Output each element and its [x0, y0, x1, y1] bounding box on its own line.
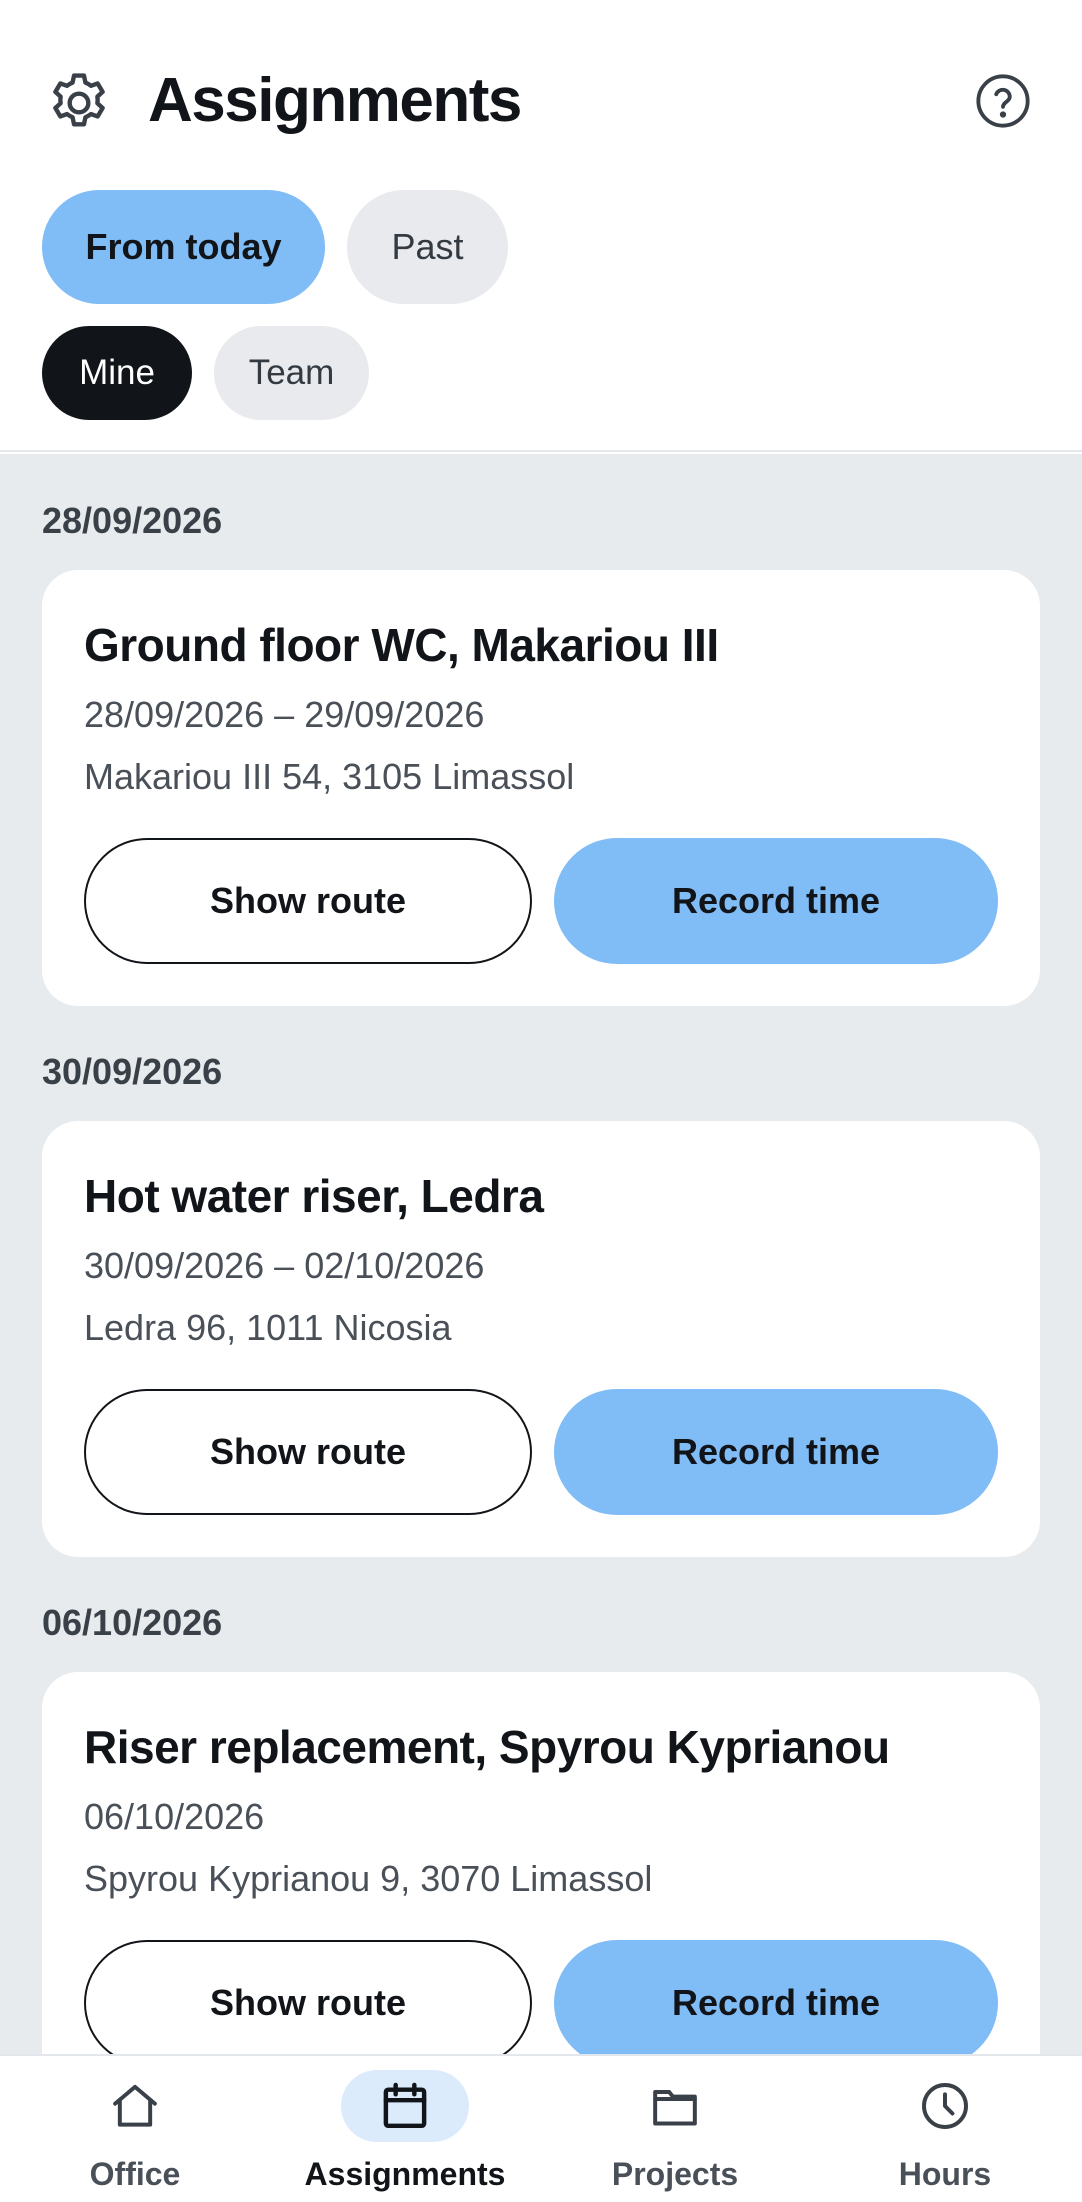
nav-icon-container: [71, 2070, 199, 2142]
assignment-title: Ground floor WC, Makariou III: [84, 619, 719, 671]
nav-item-assignments[interactable]: Assignments: [270, 2056, 540, 2202]
header: Assignments From today Past Mine Team: [0, 0, 1082, 452]
show-route-button[interactable]: Show route: [84, 838, 532, 964]
assignment-list[interactable]: 28/09/2026 Ground floor WC, Makariou III…: [0, 454, 1082, 2054]
nav-item-projects[interactable]: Projects: [540, 2056, 810, 2202]
date-header: 28/09/2026: [42, 500, 223, 541]
nav-label: Assignments: [304, 2156, 506, 2192]
nav-item-office[interactable]: Office: [0, 2056, 270, 2202]
nav-icon-container: [341, 2070, 469, 2142]
assignment-dates: 30/09/2026 – 02/10/2026: [84, 1245, 485, 1286]
nav-label: Hours: [898, 2156, 992, 2192]
filter-team[interactable]: Team: [214, 326, 369, 420]
assignment-card[interactable]: Ground floor WC, Makariou III 28/09/2026…: [42, 570, 1040, 1006]
assignment-address: Ledra 96, 1011 Nicosia: [84, 1307, 452, 1348]
assignment-title: Riser replacement, Spyrou Kyprianou: [84, 1721, 890, 1773]
clock-icon: [922, 2083, 968, 2129]
show-route-button[interactable]: Show route: [84, 1940, 532, 2054]
filter-past[interactable]: Past: [347, 190, 508, 304]
nav-icon-container: [611, 2070, 739, 2142]
gear-icon[interactable]: [44, 68, 114, 138]
app-root: Assignments From today Past Mine Team 28…: [0, 0, 1082, 2202]
date-header: 30/09/2026: [42, 1051, 223, 1092]
bottom-navigation: Office Assignments Projects Hours: [0, 2054, 1082, 2202]
filter-from-today[interactable]: From today: [42, 190, 325, 304]
nav-label: Projects: [611, 2156, 739, 2192]
assignment-title: Hot water riser, Ledra: [84, 1170, 544, 1222]
filter-mine[interactable]: Mine: [42, 326, 192, 420]
calendar-icon: [383, 2082, 427, 2129]
assignment-dates: 06/10/2026: [84, 1796, 265, 1837]
nav-item-hours[interactable]: Hours: [810, 2056, 1080, 2202]
folder-icon: [653, 2090, 697, 2126]
record-time-button[interactable]: Record time: [554, 1389, 998, 1515]
date-header: 06/10/2026: [42, 1602, 223, 1643]
page-title: Assignments: [148, 66, 522, 135]
assignment-card[interactable]: Riser replacement, Spyrou Kyprianou 06/1…: [42, 1672, 1040, 2054]
assignment-card[interactable]: Hot water riser, Ledra 30/09/2026 – 02/1…: [42, 1121, 1040, 1557]
show-route-button[interactable]: Show route: [84, 1389, 532, 1515]
question-circle-icon[interactable]: [974, 72, 1032, 130]
assignment-dates: 28/09/2026 – 29/09/2026: [84, 694, 485, 735]
nav-label: Office: [89, 2156, 181, 2192]
record-time-button[interactable]: Record time: [554, 1940, 998, 2054]
home-icon: [113, 2084, 157, 2127]
assignment-address: Makariou III 54, 3105 Limassol: [84, 756, 575, 797]
assignment-address: Spyrou Kyprianou 9, 3070 Limassol: [84, 1858, 653, 1899]
nav-icon-container: [881, 2070, 1009, 2142]
record-time-button[interactable]: Record time: [554, 838, 998, 964]
